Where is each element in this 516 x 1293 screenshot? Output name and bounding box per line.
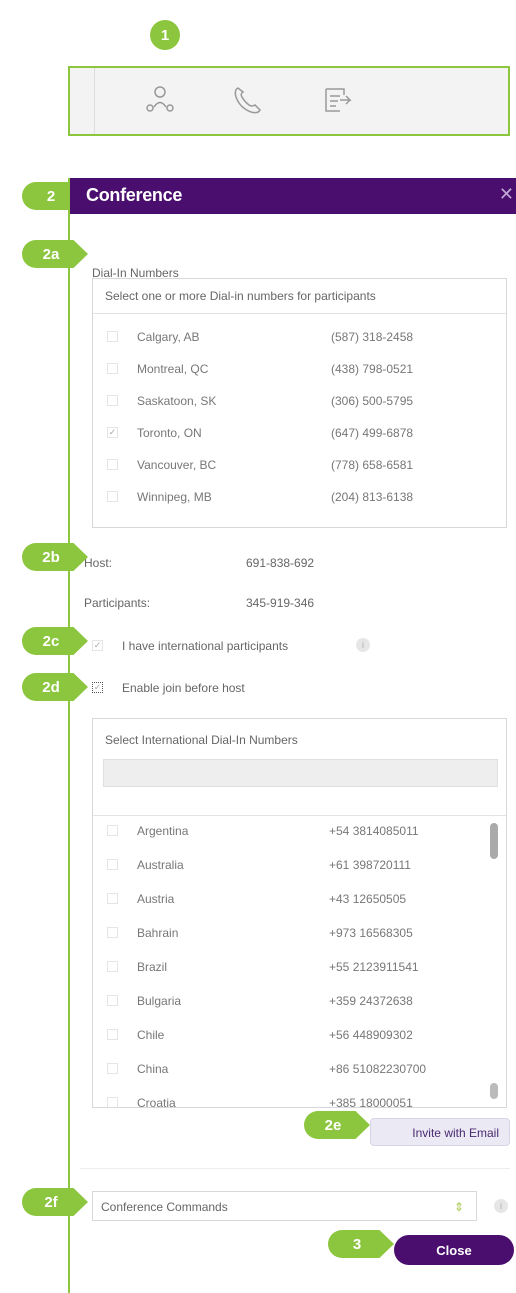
dialin-city: Montreal, QC bbox=[137, 362, 209, 376]
dialin-row[interactable]: Saskatoon, SK (306) 500-5795 bbox=[93, 385, 506, 417]
intl-checkbox[interactable] bbox=[107, 893, 118, 904]
close-icon[interactable]: ✕ bbox=[499, 184, 514, 205]
dialin-city: Winnipeg, MB bbox=[137, 490, 212, 504]
dialin-number: (204) 813-6138 bbox=[331, 490, 414, 504]
dialin-row[interactable]: Winnipeg, MB (204) 813-6138 bbox=[93, 481, 506, 513]
dialin-city: Toronto, ON bbox=[137, 426, 202, 440]
intl-checkbox[interactable] bbox=[107, 1029, 118, 1040]
dialin-checkbox[interactable] bbox=[107, 331, 118, 342]
intl-search-input[interactable] bbox=[103, 759, 498, 787]
dialin-city: Calgary, AB bbox=[137, 330, 200, 344]
dialin-checkbox[interactable] bbox=[107, 491, 118, 502]
intl-checkbox[interactable] bbox=[107, 825, 118, 836]
intl-country: Chile bbox=[137, 1028, 165, 1042]
commands-info-icon[interactable]: i bbox=[494, 1199, 508, 1213]
dialin-number: (438) 798-0521 bbox=[331, 362, 414, 376]
share-note-icon[interactable] bbox=[316, 80, 356, 120]
chevron-icon: ⇕ bbox=[453, 1200, 464, 1214]
intl-country: Argentina bbox=[137, 824, 189, 838]
join-before-host-label: Enable join before host bbox=[122, 681, 245, 695]
intl-country: Brazil bbox=[137, 960, 168, 974]
intl-row[interactable]: Argentina +54 3814085011 bbox=[93, 815, 506, 849]
intl-number: +86 51082230700 bbox=[329, 1062, 427, 1076]
host-label: Host: bbox=[84, 556, 113, 570]
dialin-list: Select one or more Dial-in numbers for p… bbox=[92, 278, 507, 528]
dialin-checkbox[interactable] bbox=[107, 459, 118, 470]
intl-number: +385 18000051 bbox=[329, 1096, 413, 1107]
intl-row[interactable]: Bulgaria +359 24372638 bbox=[93, 985, 506, 1019]
host-value: 691-838-692 bbox=[246, 556, 315, 570]
participants-label: Participants: bbox=[84, 596, 151, 610]
invite-email-button[interactable]: Invite with Email bbox=[370, 1118, 510, 1146]
intl-country: Bulgaria bbox=[137, 994, 182, 1008]
scrollbar[interactable] bbox=[490, 823, 498, 859]
dialin-row[interactable]: Vancouver, BC (778) 658-6581 bbox=[93, 449, 506, 481]
intl-country: Australia bbox=[137, 858, 184, 872]
scrollbar-bottom[interactable] bbox=[490, 1083, 498, 1099]
intl-row[interactable]: Australia +61 398720111 bbox=[93, 849, 506, 883]
section-divider bbox=[80, 1168, 510, 1169]
intl-country: Croatia bbox=[137, 1096, 176, 1107]
join-before-host-checkbox[interactable]: ✓ bbox=[92, 682, 103, 693]
dialin-row[interactable]: Calgary, AB (587) 318-2458 bbox=[93, 321, 506, 353]
intl-row[interactable]: Austria +43 12650505 bbox=[93, 883, 506, 917]
participants-value: 345-919-346 bbox=[246, 596, 315, 610]
intl-number: +973 16568305 bbox=[329, 926, 413, 940]
intl-number: +43 12650505 bbox=[329, 892, 407, 906]
toolbar-divider bbox=[94, 68, 95, 134]
close-button[interactable]: Close bbox=[394, 1235, 514, 1265]
intl-checkbox[interactable] bbox=[107, 961, 118, 972]
callout-1: 1 bbox=[150, 20, 180, 50]
intl-country: Austria bbox=[137, 892, 175, 906]
intl-country: Bahrain bbox=[137, 926, 179, 940]
dialin-checkbox[interactable] bbox=[107, 395, 118, 406]
dialin-checkbox[interactable] bbox=[107, 363, 118, 374]
dialin-city: Vancouver, BC bbox=[137, 458, 217, 472]
phone-icon[interactable] bbox=[228, 80, 268, 120]
dialin-number: (647) 499-6878 bbox=[331, 426, 414, 440]
conference-icon[interactable] bbox=[140, 80, 180, 120]
dialin-city: Saskatoon, SK bbox=[137, 394, 217, 408]
intl-participants-checkbox[interactable]: ✓ bbox=[92, 640, 103, 651]
intl-number: +359 24372638 bbox=[329, 994, 413, 1008]
dialog-title-bar: Conference ✕ bbox=[70, 178, 516, 214]
conference-dialog: Conference ✕ Dial-In Numbers Select one … bbox=[68, 178, 516, 1293]
intl-row[interactable]: Croatia +385 18000051 bbox=[93, 1087, 506, 1107]
intl-list-header: Select International Dial-In Numbers bbox=[105, 733, 298, 747]
dialin-row[interactable]: ✓ Toronto, ON (647) 499-6878 bbox=[93, 417, 506, 449]
intl-number: +56 448909302 bbox=[329, 1028, 413, 1042]
dialog-title: Conference bbox=[86, 185, 183, 205]
intl-checkbox[interactable] bbox=[107, 1063, 118, 1074]
dialin-number: (306) 500-5795 bbox=[331, 394, 414, 408]
intl-checkbox[interactable] bbox=[107, 995, 118, 1006]
intl-row[interactable]: Brazil +55 2123911541 bbox=[93, 951, 506, 985]
intl-checkbox[interactable] bbox=[107, 859, 118, 870]
intl-number: +54 3814085011 bbox=[329, 824, 419, 838]
intl-list: Select International Dial-In Numbers Arg… bbox=[92, 718, 507, 1108]
dialin-number: (778) 658-6581 bbox=[331, 458, 414, 472]
dialin-list-header: Select one or more Dial-in numbers for p… bbox=[93, 279, 506, 314]
dialin-number: (587) 318-2458 bbox=[331, 330, 414, 344]
intl-number: +61 398720111 bbox=[329, 858, 411, 872]
intl-country: China bbox=[137, 1062, 169, 1076]
intl-checkbox[interactable] bbox=[107, 1097, 118, 1107]
intl-row[interactable]: Chile +56 448909302 bbox=[93, 1019, 506, 1053]
dialin-checkbox[interactable]: ✓ bbox=[107, 427, 118, 438]
intl-row[interactable]: Bahrain +973 16568305 bbox=[93, 917, 506, 951]
info-icon[interactable]: i bbox=[356, 638, 370, 652]
intl-checkbox[interactable] bbox=[107, 927, 118, 938]
intl-participants-label: I have international participants bbox=[122, 639, 289, 653]
toolbar bbox=[68, 66, 510, 136]
dialin-row[interactable]: Montreal, QC (438) 798-0521 bbox=[93, 353, 506, 385]
conference-commands-value: Conference Commands bbox=[101, 1200, 228, 1214]
intl-number: +55 2123911541 bbox=[329, 960, 419, 974]
intl-row[interactable]: China +86 51082230700 bbox=[93, 1053, 506, 1087]
conference-commands-select[interactable]: Conference Commands ⇕ bbox=[92, 1191, 477, 1221]
intl-rows: Argentina +54 3814085011 Australia +61 3987… bbox=[93, 815, 506, 1107]
